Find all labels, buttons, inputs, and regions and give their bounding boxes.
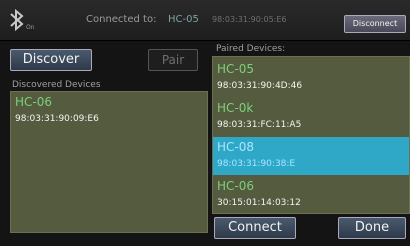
device-name: HC-05	[217, 62, 255, 76]
list-item[interactable]: HC-0k 98:03:31:FC:11:A5	[213, 98, 409, 136]
top-bar: On Connected to: HC-05 98:03:31:90:05:E6…	[0, 0, 410, 41]
disconnect-button[interactable]: Disconnect	[344, 15, 406, 33]
bluetooth-status-caption: On	[26, 24, 35, 31]
list-item[interactable]: HC-06 98:03:31:90:09:E6	[11, 92, 207, 130]
device-name: HC-0k	[217, 101, 254, 115]
discover-button[interactable]: Discover	[10, 49, 92, 71]
done-button[interactable]: Done	[338, 217, 406, 239]
connected-to-label: Connected to:	[86, 14, 157, 25]
list-item[interactable]: HC-06 30:15:01:14:03:12	[213, 176, 409, 213]
connected-device-mac: 98:03:31:90:05:E6	[212, 15, 287, 24]
device-mac: 98:03:31:90:38:E	[217, 159, 296, 169]
device-name: HC-06	[15, 95, 53, 109]
paired-devices-list[interactable]: HC-05 98:03:31:90:4D:46 HC-0k 98:03:31:F…	[212, 56, 410, 214]
paired-devices-label: Paired Devices:	[216, 44, 286, 54]
list-item[interactable]: HC-05 98:03:31:90:4D:46	[213, 59, 409, 97]
bluetooth-screen: On Connected to: HC-05 98:03:31:90:05:E6…	[0, 0, 410, 246]
device-name: HC-08	[217, 140, 255, 154]
discovered-devices-label: Discovered Devices	[12, 80, 101, 90]
device-mac: 98:03:31:90:4D:46	[217, 81, 303, 91]
device-mac: 98:03:31:90:09:E6	[15, 114, 99, 124]
connected-device-name: HC-05	[168, 14, 199, 25]
discovered-devices-list[interactable]: HC-06 98:03:31:90:09:E6	[10, 91, 208, 233]
pair-button[interactable]: Pair	[148, 49, 198, 71]
bluetooth-icon	[10, 8, 24, 32]
device-name: HC-06	[217, 179, 255, 193]
connect-button[interactable]: Connect	[214, 217, 296, 239]
device-mac: 98:03:31:FC:11:A5	[217, 120, 302, 130]
list-item-selected[interactable]: HC-08 98:03:31:90:38:E	[213, 137, 409, 175]
device-mac: 30:15:01:14:03:12	[217, 198, 301, 208]
